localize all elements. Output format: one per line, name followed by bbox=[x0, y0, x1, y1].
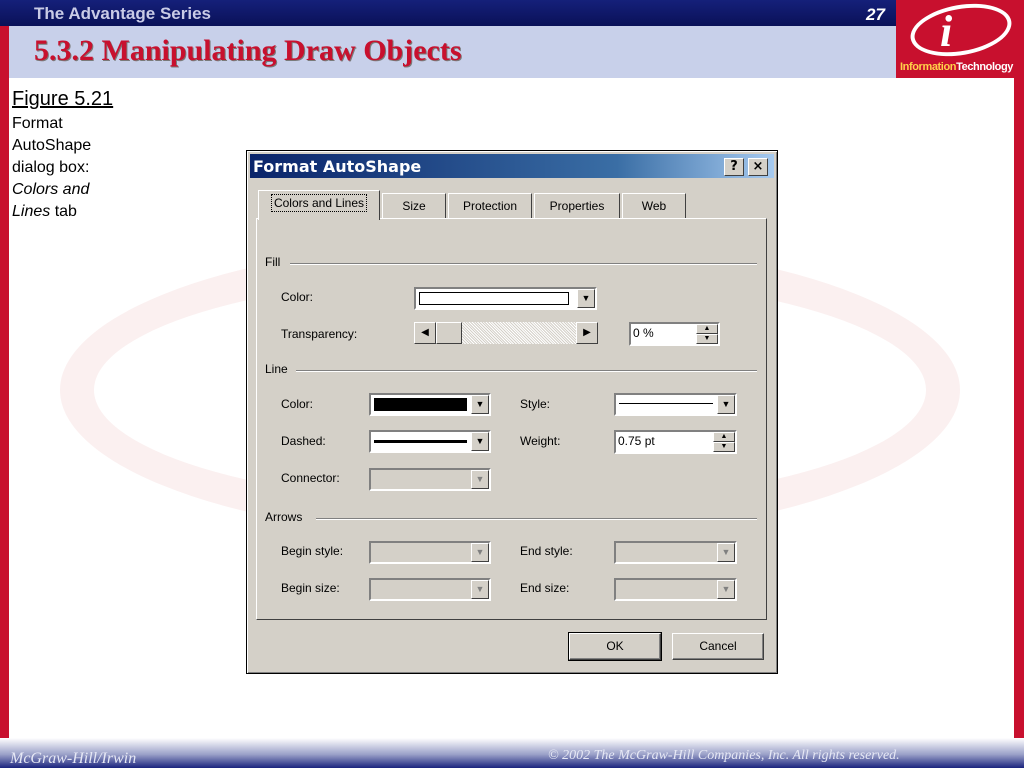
caption-line: Colors and bbox=[12, 181, 90, 198]
slide-title: 5.3.2 Manipulating Draw Objects bbox=[34, 34, 462, 67]
tab-label: Colors and Lines bbox=[270, 194, 368, 212]
dialog-titlebar[interactable]: Format AutoShape ? × bbox=[250, 154, 774, 178]
copyright-notice: © 2002 The McGraw-Hill Companies, Inc. A… bbox=[548, 748, 900, 763]
caption-italic-word: Lines bbox=[12, 203, 51, 220]
dash-preview bbox=[374, 440, 467, 443]
scroll-left-arrow-icon[interactable]: ◀ bbox=[414, 322, 436, 344]
connector-dropdown[interactable]: ▼ bbox=[369, 468, 491, 491]
tab-size[interactable]: Size bbox=[382, 193, 446, 219]
arrows-group-label: Arrows bbox=[265, 510, 307, 524]
line-group-label: Line bbox=[265, 362, 292, 376]
chevron-down-icon: ▼ bbox=[717, 543, 735, 562]
arrows-group-divider bbox=[316, 518, 757, 520]
line-style-preview bbox=[619, 403, 713, 404]
dialog-title: Format AutoShape bbox=[253, 157, 422, 176]
transparency-label: Transparency: bbox=[281, 327, 358, 341]
chevron-down-icon: ▼ bbox=[471, 543, 489, 562]
spin-up-icon[interactable]: ▲ bbox=[713, 432, 735, 442]
logo-ring bbox=[906, 0, 1016, 64]
spin-down-icon[interactable]: ▼ bbox=[713, 442, 735, 452]
chevron-down-icon[interactable]: ▼ bbox=[577, 289, 595, 308]
begin-style-dropdown[interactable]: ▼ bbox=[369, 541, 491, 564]
series-name: The Advantage Series bbox=[34, 4, 211, 23]
end-size-label: End size: bbox=[520, 581, 570, 595]
weight-value: 0.75 pt bbox=[618, 434, 655, 448]
begin-style-label: Begin style: bbox=[281, 544, 344, 558]
scroll-right-arrow-icon[interactable]: ▶ bbox=[576, 322, 598, 344]
dashed-dropdown[interactable]: ▼ bbox=[369, 430, 491, 453]
caption-tail: tab bbox=[50, 203, 77, 220]
chevron-down-icon[interactable]: ▼ bbox=[717, 395, 735, 414]
fill-color-swatch bbox=[419, 292, 569, 305]
spin-down-icon[interactable]: ▼ bbox=[696, 334, 718, 344]
connector-label: Connector: bbox=[281, 471, 340, 485]
spin-up-icon[interactable]: ▲ bbox=[696, 324, 718, 334]
page-number: 27 bbox=[866, 5, 885, 24]
caption-line: Lines tab bbox=[12, 201, 142, 223]
figure-label: Figure 5.21 bbox=[12, 88, 114, 110]
line-color-dropdown[interactable]: ▼ bbox=[369, 393, 491, 416]
help-button[interactable]: ? bbox=[724, 158, 744, 176]
slider-thumb[interactable] bbox=[436, 322, 462, 344]
information-technology-logo: i InformationTechnology bbox=[896, 0, 1024, 78]
line-style-dropdown[interactable]: ▼ bbox=[614, 393, 737, 416]
tab-protection[interactable]: Protection bbox=[448, 193, 532, 219]
line-color-label: Color: bbox=[281, 397, 314, 411]
cancel-button[interactable]: Cancel bbox=[672, 633, 764, 660]
chevron-down-icon[interactable]: ▼ bbox=[471, 432, 489, 451]
ok-button[interactable]: OK bbox=[568, 632, 662, 661]
line-style-label: Style: bbox=[520, 397, 551, 411]
weight-label: Weight: bbox=[520, 434, 561, 448]
transparency-slider[interactable]: ◀ ▶ bbox=[414, 322, 598, 344]
left-border bbox=[0, 26, 9, 768]
figure-caption: Figure 5.21 Format AutoShape dialog box:… bbox=[12, 88, 142, 223]
fill-group-divider bbox=[290, 263, 757, 265]
fill-color-label: Color: bbox=[281, 290, 314, 304]
begin-size-label: Begin size: bbox=[281, 581, 340, 595]
chevron-down-icon: ▼ bbox=[471, 470, 489, 489]
fill-color-dropdown[interactable]: ▼ bbox=[414, 287, 597, 310]
end-style-label: End style: bbox=[520, 544, 573, 558]
transparency-spinner[interactable]: 0 % ▲ ▼ bbox=[629, 322, 720, 346]
caption-line: dialog box: bbox=[12, 159, 90, 176]
weight-spinner[interactable]: 0.75 pt ▲ ▼ bbox=[614, 430, 737, 454]
dashed-label: Dashed: bbox=[281, 434, 326, 448]
begin-size-dropdown[interactable]: ▼ bbox=[369, 578, 491, 601]
fill-group-label: Fill bbox=[265, 255, 285, 269]
chevron-down-icon: ▼ bbox=[717, 580, 735, 599]
logo-word-technology: Technology bbox=[956, 61, 1014, 73]
transparency-value: 0 % bbox=[633, 326, 654, 340]
right-border bbox=[1014, 78, 1024, 768]
logo-word-information: Information bbox=[900, 61, 957, 73]
chevron-down-icon: ▼ bbox=[471, 580, 489, 599]
chevron-down-icon[interactable]: ▼ bbox=[471, 395, 489, 414]
end-style-dropdown[interactable]: ▼ bbox=[614, 541, 737, 564]
logo-letter: i bbox=[940, 7, 953, 56]
caption-line: Format bbox=[12, 115, 63, 132]
line-color-swatch bbox=[374, 398, 467, 411]
close-button[interactable]: × bbox=[748, 158, 768, 176]
line-group-divider bbox=[296, 370, 757, 372]
logo-text: InformationTechnology bbox=[900, 61, 1024, 73]
tab-properties[interactable]: Properties bbox=[534, 193, 620, 219]
tab-web[interactable]: Web bbox=[622, 193, 686, 219]
tab-colors-and-lines[interactable]: Colors and Lines bbox=[258, 190, 380, 220]
end-size-dropdown[interactable]: ▼ bbox=[614, 578, 737, 601]
publisher-name: McGraw-Hill/Irwin bbox=[10, 750, 137, 767]
caption-line: AutoShape bbox=[12, 137, 92, 154]
